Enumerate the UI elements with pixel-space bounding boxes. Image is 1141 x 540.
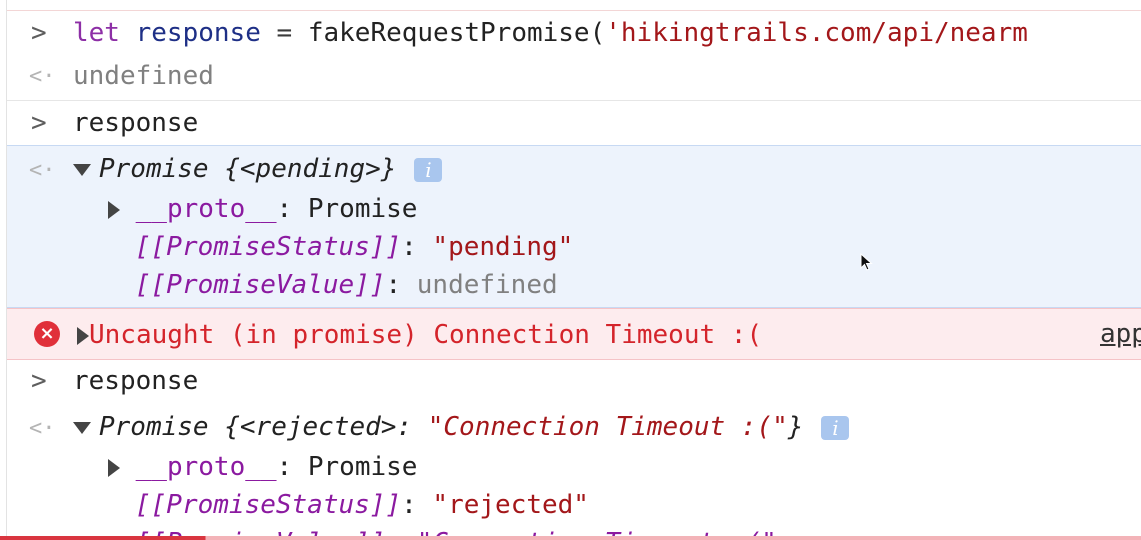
- status-value: "rejected": [432, 490, 589, 520]
- source-link[interactable]: app: [1100, 319, 1141, 349]
- proto-row[interactable]: __proto__: Promise: [108, 194, 417, 224]
- info-icon[interactable]: i: [821, 415, 850, 440]
- string-token: 'hikingtrails.com/api/nearm: [605, 18, 1028, 48]
- promise-label: Promise: [99, 154, 209, 184]
- promise-state: {<pending>}: [224, 154, 397, 184]
- promise-close: }: [787, 412, 804, 442]
- promise-summary[interactable]: Promise {<pending>} i: [73, 154, 443, 184]
- proto-key: __proto__: [135, 194, 277, 224]
- value-row: [[PromiseValue]]: undefined: [135, 270, 558, 300]
- info-icon[interactable]: i: [414, 157, 443, 182]
- status-row: [[PromiseStatus]]: "rejected": [135, 490, 589, 520]
- collapse-triangle-icon[interactable]: [108, 458, 120, 477]
- value-colon: :: [385, 270, 402, 300]
- promise-rejected-result: <· Promise {<rejected>: "Connection Time…: [7, 404, 1141, 540]
- identifier-token: response: [135, 18, 261, 48]
- promise-label: Promise: [99, 412, 209, 442]
- function-token: fakeRequestPromise(: [307, 18, 606, 48]
- status-row: [[PromiseStatus]]: "pending": [135, 232, 573, 262]
- return-arrow-icon: <·: [29, 64, 56, 89]
- error-text[interactable]: Uncaught (in promise) Connection Timeout…: [77, 320, 762, 350]
- operator-token: =: [276, 18, 293, 48]
- mouse-pointer-icon: [860, 248, 874, 278]
- proto-key: __proto__: [135, 452, 277, 482]
- proto-colon: :: [276, 452, 293, 482]
- console-input-row[interactable]: > response: [7, 362, 1141, 402]
- error-circle-icon: ×: [34, 321, 60, 347]
- proto-colon: :: [276, 194, 293, 224]
- collapse-triangle-icon[interactable]: [108, 200, 120, 219]
- expand-triangle-icon[interactable]: [73, 163, 91, 176]
- value-key: [[PromiseValue]]: [135, 270, 386, 300]
- console-input-row[interactable]: > response: [7, 104, 1141, 144]
- result-value: undefined: [73, 61, 214, 91]
- promise-pending-result: <· Promise {<pending>} i __proto__: Promi…: [7, 145, 1141, 308]
- prompt-chevron-icon: >: [31, 108, 47, 138]
- input-code: let response = fakeRequestPromise('hikin…: [73, 18, 1028, 48]
- promise-open: {<rejected>:: [224, 412, 413, 442]
- input-code: response: [73, 108, 199, 138]
- prompt-chevron-icon: >: [31, 18, 47, 48]
- console-result-row: <· undefined: [7, 58, 1141, 98]
- console-input-row[interactable]: > let response = fakeRequestPromise('hik…: [7, 14, 1141, 58]
- error-message: Uncaught (in promise) Connection Timeout…: [89, 320, 763, 350]
- error-message-row[interactable]: × Uncaught (in promise) Connection Timeo…: [7, 308, 1141, 360]
- bottom-scroll-indicator: [0, 536, 1141, 540]
- prompt-chevron-icon: >: [31, 366, 47, 396]
- promise-reason: "Connection Timeout :(": [427, 412, 788, 442]
- return-arrow-icon: <·: [29, 416, 56, 441]
- status-colon: :: [401, 232, 417, 262]
- console-gutter: [0, 0, 7, 540]
- expand-triangle-icon[interactable]: [73, 421, 91, 434]
- input-code: response: [73, 366, 199, 396]
- top-divider: [0, 0, 1141, 11]
- proto-value: Promise: [307, 194, 418, 224]
- expand-triangle-icon[interactable]: [77, 326, 89, 345]
- devtools-console: > let response = fakeRequestPromise('hik…: [0, 0, 1141, 540]
- proto-value: Promise: [307, 452, 418, 482]
- keyword-token: let: [73, 18, 120, 48]
- value-value: undefined: [416, 270, 558, 300]
- status-value: "pending": [432, 232, 574, 262]
- status-key: [[PromiseStatus]]: [135, 490, 402, 520]
- entry-divider: [7, 100, 1141, 101]
- status-colon: :: [401, 490, 417, 520]
- promise-summary[interactable]: Promise {<rejected>: "Connection Timeout…: [73, 412, 850, 442]
- return-arrow-icon: <·: [29, 158, 56, 183]
- status-key: [[PromiseStatus]]: [135, 232, 402, 262]
- proto-row[interactable]: __proto__: Promise: [108, 452, 417, 482]
